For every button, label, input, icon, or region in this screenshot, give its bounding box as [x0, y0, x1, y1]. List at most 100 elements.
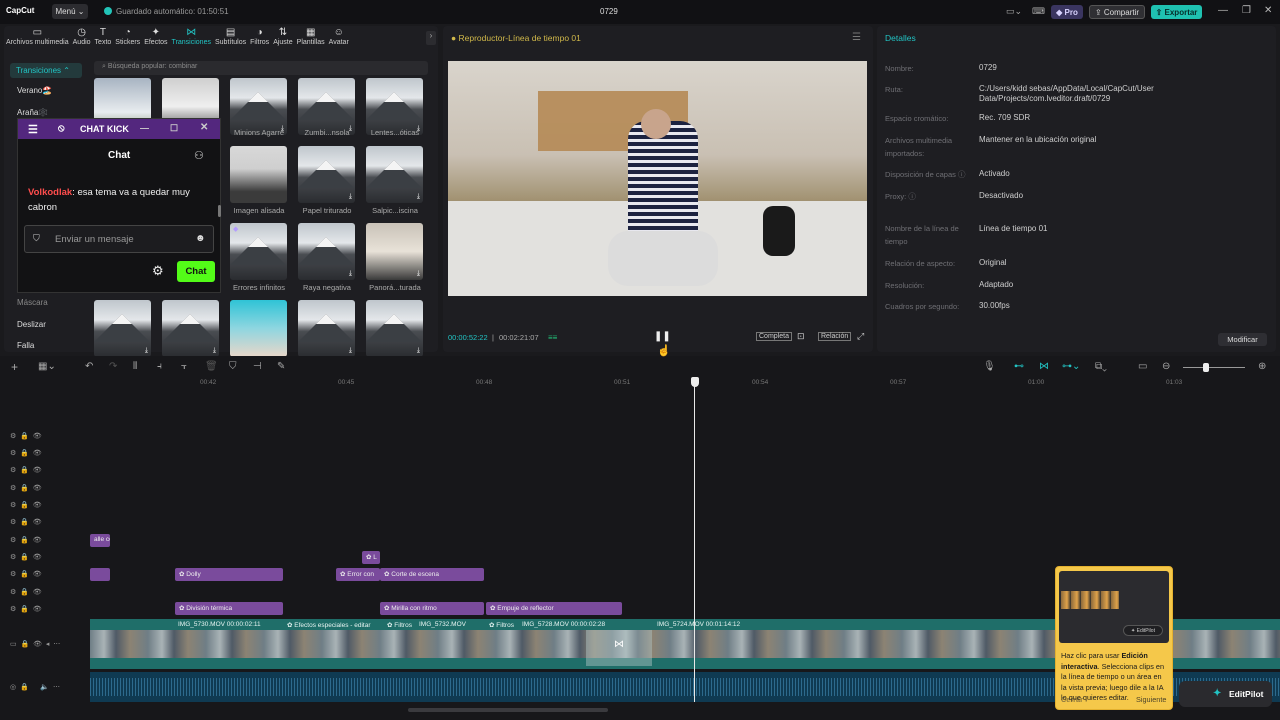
tab-media[interactable]: ▭ Archivos multimedia: [4, 26, 71, 52]
pause-button[interactable]: ❚❚: [654, 331, 671, 342]
redo-icon[interactable]: ↷: [109, 361, 117, 372]
tab-avatar[interactable]: ☺ Avatar: [327, 26, 351, 52]
effect-clip[interactable]: ✿ L: [362, 551, 380, 564]
effect-clip-empuje[interactable]: ✿ Empuje de reflector: [486, 602, 622, 615]
waveform-icon[interactable]: ≡≡: [548, 333, 557, 342]
magic-icon[interactable]: ✎: [277, 361, 285, 372]
auto-link-icon[interactable]: ⊶⌄: [1062, 361, 1080, 372]
tooltip-close-button[interactable]: Cerrar: [1061, 695, 1083, 704]
emoji-icon[interactable]: ☻: [195, 233, 206, 244]
zoom-in-icon[interactable]: ⊕: [1258, 361, 1266, 372]
time-ruler[interactable]: 00:42 00:45 00:48 00:51 00:54 00:57 01:0…: [90, 378, 1280, 392]
chat-send-button[interactable]: Chat: [177, 261, 215, 282]
tab-audio[interactable]: ◷ Audio: [71, 26, 93, 52]
sidebar-item-arana[interactable]: Araña🕸️: [17, 108, 93, 117]
freeze-icon[interactable]: ⊣: [253, 361, 262, 372]
chat-maximize-icon[interactable]: ☐: [170, 123, 178, 134]
effect-clip-error[interactable]: ✿ Error con: [336, 568, 380, 581]
share-button[interactable]: ⇪ Compartir: [1089, 5, 1145, 19]
transition-tile[interactable]: ◆: [230, 223, 287, 280]
link-icon[interactable]: ⊷: [1014, 361, 1024, 372]
split-left-icon[interactable]: ⫞: [157, 361, 162, 372]
export-button[interactable]: ⇧ Exportar: [1151, 5, 1202, 19]
track-controls[interactable]: ⚙ 🔒 👁: [10, 553, 42, 561]
search-input[interactable]: ⌕ Búsqueda popular: combinar: [94, 61, 428, 75]
track-controls[interactable]: ⚙ 🔒 👁: [10, 518, 42, 526]
effect-clip-division[interactable]: ✿ División térmica: [175, 602, 283, 615]
tab-filters[interactable]: ◑ Filtros: [248, 26, 271, 52]
chat-close-icon[interactable]: ✕: [200, 122, 208, 133]
tab-text[interactable]: T Texto: [93, 26, 114, 52]
sidebar-item-falla[interactable]: Falla: [17, 341, 93, 350]
track-controls[interactable]: ⚙ 🔒 👁: [10, 484, 42, 492]
transition-tile[interactable]: ⤓: [94, 300, 151, 357]
tab-effects[interactable]: ✦ Efectos: [142, 26, 169, 52]
video-preview[interactable]: [448, 61, 867, 296]
users-icon[interactable]: ⚇: [194, 149, 204, 162]
transition-tile[interactable]: ⤓: [366, 146, 423, 203]
transition-tile[interactable]: ⤓: [366, 223, 423, 280]
zoom-slider[interactable]: [1183, 367, 1245, 368]
layout-icon[interactable]: ▭⌄: [1006, 6, 1022, 17]
tab-adjust[interactable]: ⇅ Ajuste: [271, 26, 294, 52]
main-track-controls[interactable]: ▭ 🔒 👁 ◂ ⋯: [10, 640, 60, 648]
add-track-icon[interactable]: +: [11, 360, 18, 374]
tab-templates[interactable]: ▦ Plantillas: [295, 26, 327, 52]
transition-tile[interactable]: ⤓: [162, 300, 219, 357]
transition-tile[interactable]: ⤓: [366, 300, 423, 357]
tooltip-next-button[interactable]: Siguiente: [1136, 695, 1166, 704]
chat-input[interactable]: ⛉ Enviar un mensaje ☻: [24, 225, 214, 253]
effect-clip-mirilla[interactable]: ✿ Mirilla con ritmo: [380, 602, 484, 615]
editpilot-button[interactable]: ✦ EditPilot: [1179, 681, 1272, 707]
mic-icon[interactable]: 🎙: [983, 361, 996, 372]
ratio-button[interactable]: Relación: [818, 332, 852, 341]
zoom-slider-handle[interactable]: [1203, 363, 1209, 372]
gear-icon[interactable]: ⚙: [152, 263, 164, 279]
chat-minimize-icon[interactable]: —: [140, 123, 149, 133]
menu-button[interactable]: Menú ⌄: [52, 4, 88, 19]
sidebar-item-deslizar[interactable]: Deslizar: [17, 320, 93, 329]
preview-axis-icon[interactable]: ⧉⌄: [1095, 361, 1107, 372]
transition-tile[interactable]: ⤓: [298, 78, 355, 135]
track-controls[interactable]: ⚙ 🔒 👁: [10, 466, 42, 474]
track-controls[interactable]: ⚙ 🔒 👁: [10, 501, 42, 509]
effect-clip-corte[interactable]: ✿ Corte de escena: [380, 568, 484, 581]
pro-button[interactable]: ◆ Pro: [1051, 5, 1083, 19]
sidebar-item-mascara[interactable]: Máscara: [17, 298, 93, 307]
tab-subtitles[interactable]: ▤ Subtítulos: [213, 26, 248, 52]
effect-clip[interactable]: alle co: [90, 534, 110, 547]
maximize-icon[interactable]: ❐: [1242, 5, 1251, 16]
tab-transitions[interactable]: ⋈ Transiciones: [170, 26, 213, 52]
audio-track-controls[interactable]: ◎ 🔒 🔈 ⋯: [10, 683, 60, 691]
sidebar-item-transiciones[interactable]: Transiciones ⌃: [10, 63, 82, 78]
playhead[interactable]: [694, 380, 695, 702]
fullscreen-icon[interactable]: ⤢: [857, 331, 864, 342]
transition-tile[interactable]: ⤓: [366, 78, 423, 135]
player-menu-icon[interactable]: ☰: [852, 32, 861, 43]
playhead-handle[interactable]: [691, 377, 699, 387]
hamburger-icon[interactable]: ☰: [28, 123, 38, 136]
chat-scrollbar[interactable]: [218, 205, 221, 217]
modify-button[interactable]: Modificar: [1218, 333, 1267, 346]
track-controls[interactable]: ⚙ 🔒 👁: [10, 588, 42, 596]
transition-tile[interactable]: ⤓: [298, 146, 355, 203]
undo-icon[interactable]: ↶: [85, 361, 93, 372]
transition-tile[interactable]: ⤓: [298, 300, 355, 357]
keyboard-icon[interactable]: ⌨: [1032, 6, 1045, 17]
transition-tile[interactable]: ⤓: [298, 223, 355, 280]
effect-clip[interactable]: [90, 568, 110, 581]
crop-icon[interactable]: ⊡: [797, 331, 805, 342]
delete-icon[interactable]: 🗑: [205, 361, 218, 372]
close-icon[interactable]: ✕: [1264, 5, 1272, 16]
transition-tile[interactable]: ⤓: [230, 78, 287, 135]
shield-icon[interactable]: ⛉: [229, 361, 237, 372]
snap-icon[interactable]: ⋈: [1039, 361, 1049, 372]
track-controls[interactable]: ⚙ 🔒 👁: [10, 605, 42, 613]
transition-tile[interactable]: [230, 300, 287, 357]
tab-stickers[interactable]: ◔ Stickers: [113, 26, 142, 52]
track-controls[interactable]: ⚙ 🔒 👁: [10, 536, 42, 544]
full-button[interactable]: Completa: [756, 332, 792, 341]
timeline-scrollbar[interactable]: [408, 708, 608, 712]
zoom-out-icon[interactable]: ⊖: [1162, 361, 1170, 372]
tabs-more-icon[interactable]: ›: [426, 31, 436, 45]
